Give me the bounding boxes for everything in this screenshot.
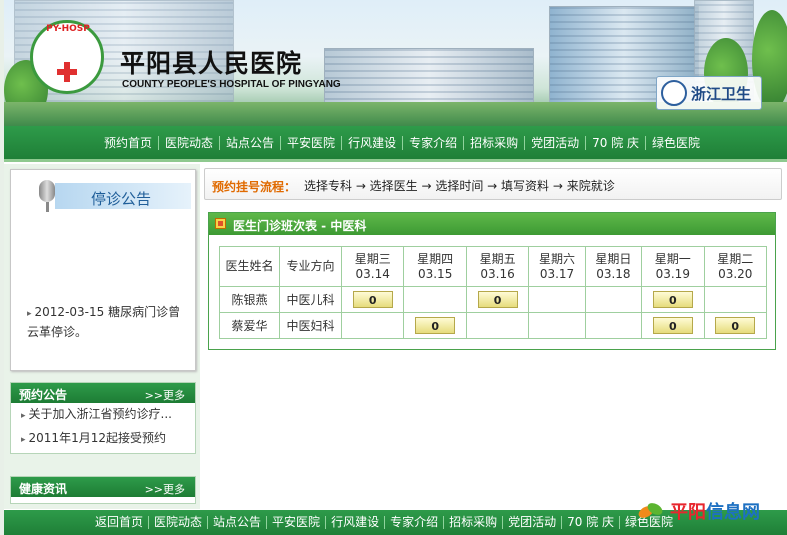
nav-link[interactable]: 专家介绍 [402,136,463,150]
footer-link[interactable]: 70 院 庆 [561,516,619,529]
site-watermark: 平阳信息网 [636,496,786,526]
available-slot-button[interactable]: 0 [652,291,693,308]
available-slot-button[interactable]: 0 [352,291,393,308]
schedule-cell [528,286,586,313]
schedule-cell: 0 [340,286,405,313]
schedule-cell: 0 [465,286,530,313]
schedule-icon [215,218,226,229]
booking-flow-bar: 预约挂号流程： 选择专科 → 选择医生 → 选择时间 → 填写资料 → 来院就诊 [204,168,782,200]
day-header: 星期四 03.15 [403,246,467,287]
schedule-cell: 0 [403,312,467,339]
health-info-panel: 健康资讯 >>更多 [10,476,196,504]
nav-link[interactable]: 党团活动 [524,136,585,150]
schedule-cell [703,286,767,313]
sidebar: 停诊公告 ▸ 2012-03-15 糖尿病门诊曾云革停诊。 预约公告 >>更多 ▸… [4,164,200,509]
day-header: 星期三 03.14 [340,246,405,287]
schedule-cell [340,312,405,339]
available-slot-button[interactable]: 0 [477,291,518,308]
schedule-table: 医生姓名 专业方向 星期三 03.14 星期四 03.15 星期五 03.16 星期六… [219,246,767,339]
nav-link[interactable]: 70 院 庆 [585,136,645,150]
doctor-name[interactable]: 陈银燕 [219,286,280,313]
notice-title: 停诊公告 [91,190,152,208]
site-title: 平阳县人民医院 [120,49,303,78]
footer-link[interactable]: 招标采购 [443,516,502,529]
table-row: 蔡爱华 中医妇科 0 0 0 [219,312,767,339]
top-nav: 预约首页 医院动态 站点公告 平安医院 行风建设 专家介绍 招标采购 党团活动 … [4,126,787,162]
leaf-logo-icon [638,503,663,518]
day-header: 星期二 03.20 [703,246,767,287]
notice-item[interactable]: ▸ 2012-03-15 糖尿病门诊曾云革停诊。 [27,303,191,341]
notice-header: 停诊公告 [31,178,191,214]
list-item[interactable]: ▸ 2011年1月12起接受预约 [11,427,195,451]
watermark-text-red: 平阳 [670,502,706,523]
health-dept-badge[interactable]: 浙江卫生 [656,76,762,110]
day-header: 星期五 03.16 [465,246,530,287]
nav-link[interactable]: 行风建设 [341,136,402,150]
panel-title: 预约公告 [19,388,68,402]
nav-link[interactable]: 绿色医院 [645,136,706,150]
footer-link[interactable]: 行风建设 [325,516,384,529]
schedule-title: 医生门诊班次表 - 中医科 [233,219,367,233]
footer-link[interactable]: 返回首页 [90,516,148,529]
more-link[interactable]: >>更多 [145,481,185,497]
arrow-right-icon: ▸ [21,435,26,445]
badge-text: 浙江卫生 [691,84,752,103]
footer-link[interactable]: 党团活动 [502,516,561,529]
specialty: 中医妇科 [279,312,342,339]
red-cross-icon [57,62,77,82]
flow-steps: 选择专科 → 选择医生 → 选择时间 → 填写资料 → 来院就诊 [304,179,615,193]
day-header: 星期日 03.18 [584,246,643,287]
nav-link[interactable]: 医院动态 [158,136,219,150]
seal-icon [661,80,687,106]
available-slot-button[interactable]: 0 [415,317,456,334]
footer-link[interactable]: 站点公告 [207,516,266,529]
available-slot-button[interactable]: 0 [652,317,693,334]
building-illustration [324,48,534,108]
footer-link[interactable]: 专家介绍 [384,516,443,529]
doctor-name[interactable]: 蔡爱华 [219,312,280,339]
footer-link[interactable]: 平安医院 [266,516,325,529]
suspension-notice-box: 停诊公告 ▸ 2012-03-15 糖尿病门诊曾云革停诊。 [10,169,196,371]
arrow-right-icon: ▸ [27,309,32,319]
booking-announcement-panel: 预约公告 >>更多 ▸ 关于加入浙江省预约诊疗... ▸ 2011年1月12起接受预… [10,382,196,454]
microphone-icon [31,178,61,214]
site-banner: PY-HOSP 平阳县人民医院 COUNTY PEOPLE'S HOSPITAL… [4,0,787,126]
notice-item-text: 2012-03-15 糖尿病门诊曾云革停诊。 [27,305,181,339]
schedule-cell [465,312,530,339]
column-header: 医生姓名 [219,246,280,287]
table-row: 陈银燕 中医儿科 0 0 0 [219,286,767,313]
column-header: 专业方向 [279,246,342,287]
panel-title: 健康资讯 [19,482,68,496]
schedule-cell [403,286,467,313]
available-slot-button[interactable]: 0 [715,317,756,334]
nav-link[interactable]: 平安医院 [280,136,341,150]
footer-link[interactable]: 医院动态 [148,516,207,529]
nav-link[interactable]: 站点公告 [219,136,280,150]
nav-link[interactable]: 预约首页 [98,136,158,150]
day-header: 星期六 03.17 [528,246,586,287]
day-header: 星期一 03.19 [641,246,705,287]
schedule-panel: 医生门诊班次表 - 中医科 医生姓名 专业方向 星期三 03.14 星期四 03.1… [208,212,776,350]
arrow-right-icon: ▸ [21,411,26,421]
site-subtitle: COUNTY PEOPLE'S HOSPITAL OF PINGYANG [122,79,341,90]
more-link[interactable]: >>更多 [145,387,185,403]
schedule-cell [584,312,643,339]
schedule-cell [528,312,586,339]
watermark-text-blue: 信息网 [706,502,760,523]
schedule-cell: 0 [641,286,705,313]
schedule-cell: 0 [641,312,705,339]
nav-link[interactable]: 招标采购 [463,136,524,150]
schedule-cell: 0 [703,312,767,339]
logo-text: PY-HOSP [46,24,90,34]
list-item[interactable]: ▸ 关于加入浙江省预约诊疗... [11,403,195,427]
flow-label: 预约挂号流程： [212,180,297,194]
specialty: 中医儿科 [279,286,342,313]
schedule-cell [584,286,643,313]
